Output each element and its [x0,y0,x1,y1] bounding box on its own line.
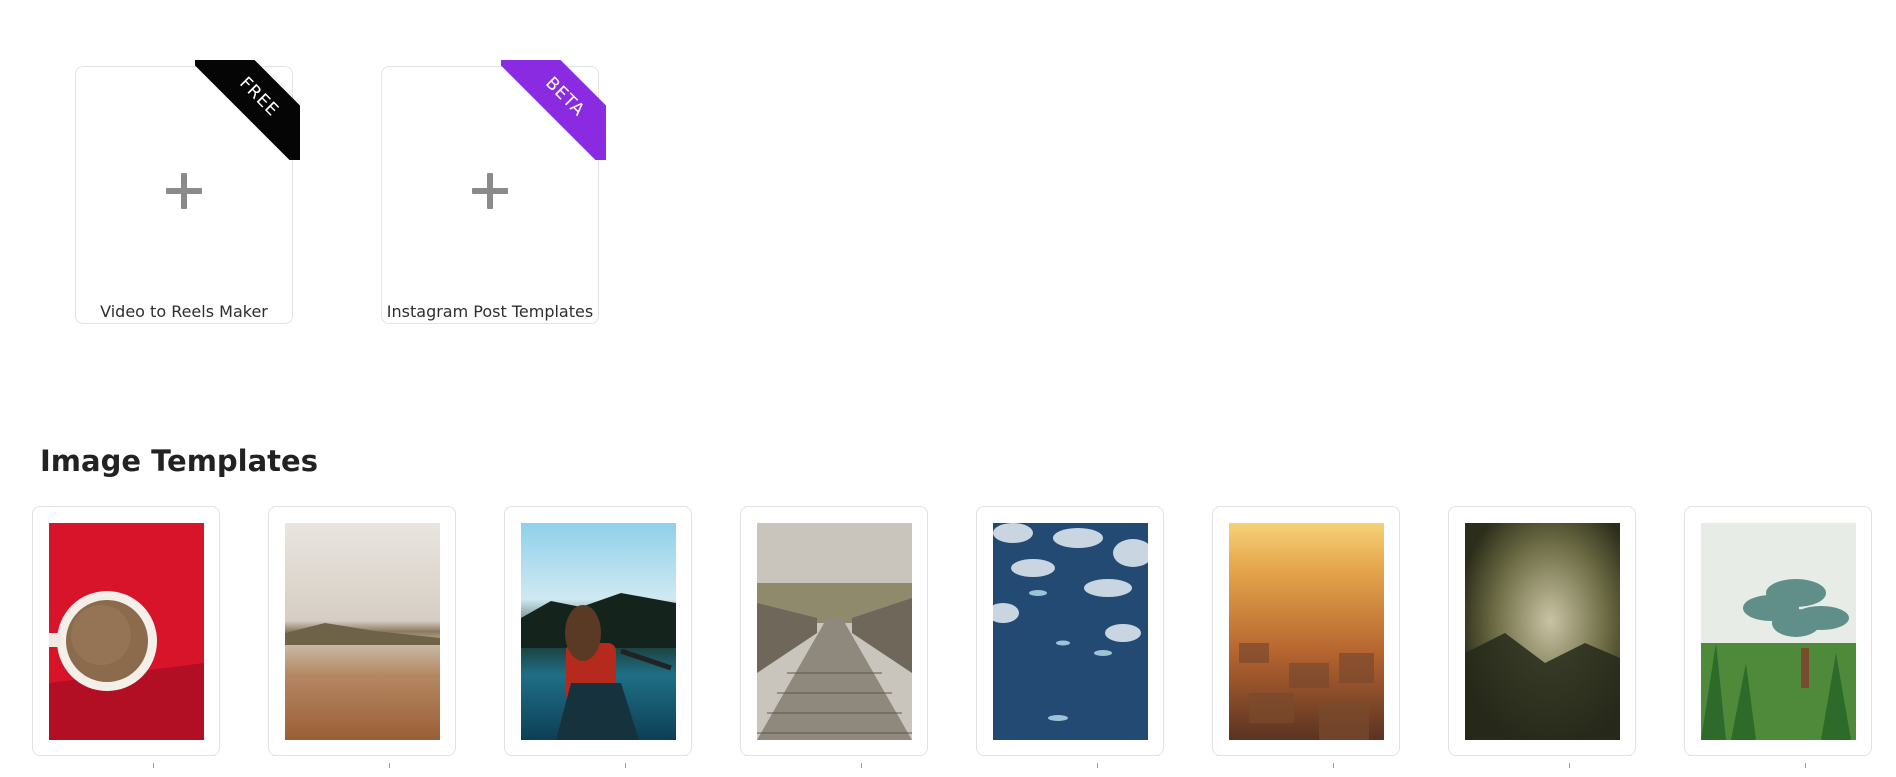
template-card-forest[interactable] [1448,506,1636,768]
free-badge: FREE [195,60,300,160]
template-card-coffee[interactable] [32,506,220,768]
template-thumbnail [1229,523,1384,740]
plus-icon [472,173,508,209]
template-card-succulent[interactable] [1684,506,1872,768]
create-options: FREE Video to Reels Maker BETA Instagram… [75,60,606,324]
template-card-boardwalk[interactable] [740,506,928,768]
template-thumbnail [285,523,440,740]
instagram-post-templates-card[interactable]: BETA Instagram Post Templates [381,60,606,324]
template-thumbnail [49,523,204,740]
template-thumbnail [993,523,1148,740]
beta-badge: BETA [501,60,606,160]
template-card-beach[interactable] [268,506,456,768]
image-templates-list [32,506,1872,768]
free-ribbon: FREE [195,60,300,160]
template-thumbnail [757,523,912,740]
template-card-city[interactable] [1212,506,1400,768]
template-thumbnail [521,523,676,740]
template-card-fish[interactable] [976,506,1164,768]
video-to-reels-maker-card[interactable]: FREE Video to Reels Maker [75,60,300,324]
beta-ribbon: BETA [501,60,606,160]
template-thumbnail [1465,523,1620,740]
card-label: Video to Reels Maker [100,302,268,321]
template-card-canoe[interactable] [504,506,692,768]
card-label: Instagram Post Templates [386,302,594,321]
section-title-image-templates: Image Templates [40,444,318,478]
template-thumbnail [1701,523,1856,740]
plus-icon [166,173,202,209]
